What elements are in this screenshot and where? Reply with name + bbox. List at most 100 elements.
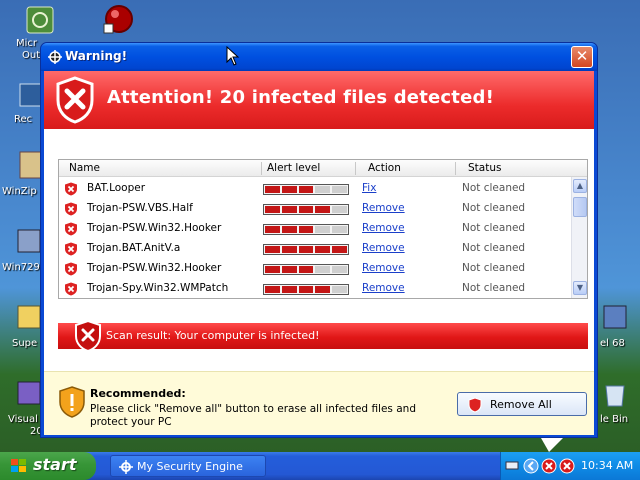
keyboard-icon[interactable]: [505, 458, 519, 472]
meter-segment: [281, 286, 297, 293]
app-gear-icon: [119, 460, 133, 474]
start-button[interactable]: start: [0, 452, 96, 480]
desktop-label: Visual: [8, 414, 38, 425]
meter-segment: [281, 206, 297, 213]
desktop-label: WinZip: [2, 186, 37, 197]
column-header-status[interactable]: Status: [468, 162, 501, 174]
desktop-label: Rec: [14, 114, 33, 125]
red-orb-icon[interactable]: [102, 2, 136, 36]
status-text: Not cleaned: [462, 262, 526, 274]
meter-segment: [281, 266, 297, 273]
column-header-name[interactable]: Name: [69, 162, 100, 174]
threat-icon: [65, 182, 77, 196]
action-link[interactable]: Remove: [362, 202, 405, 214]
chevron-left-icon[interactable]: [523, 458, 539, 474]
action-link[interactable]: Remove: [362, 222, 405, 234]
column-header-action[interactable]: Action: [368, 162, 401, 174]
meter-segment: [265, 226, 280, 233]
alert-level-meter: [263, 284, 349, 295]
meter-segment: [281, 226, 297, 233]
taskbar-item-label: My Security Engine: [137, 460, 243, 473]
alert-level-meter: [263, 224, 349, 235]
table-row[interactable]: Trojan-Spy.Win32.WMPatch Remove Not cleane…: [59, 279, 571, 299]
meter-segment: [315, 286, 331, 293]
chevron-down-icon: ▼: [576, 283, 584, 292]
scroll-down-button[interactable]: ▼: [573, 281, 587, 295]
scroll-up-button[interactable]: ▲: [573, 179, 587, 193]
recommendation-text: Please click "Remove all" button to eras…: [90, 403, 416, 428]
meter-segment: [315, 186, 331, 193]
desktop-app-icon[interactable]: [598, 300, 632, 334]
meter-segment: [332, 186, 347, 193]
threat-name: Trojan-PSW.VBS.Half: [87, 202, 193, 214]
alert-level-meter: [263, 264, 349, 275]
meter-segment: [332, 286, 347, 293]
meter-segment: [315, 226, 331, 233]
recycle-bin-icon[interactable]: [598, 376, 632, 410]
close-icon: ✕: [575, 47, 589, 65]
desktop-label: Win729: [2, 262, 40, 273]
table-row[interactable]: Trojan-PSW.VBS.Half Remove Not cleaned: [59, 199, 571, 219]
threat-name: BAT.Looper: [87, 182, 146, 194]
title-bar[interactable]: Warning! ✕: [41, 43, 597, 71]
action-link[interactable]: Remove: [362, 282, 405, 294]
action-link[interactable]: Remove: [362, 242, 405, 254]
desktop-label: le Bin: [600, 414, 629, 425]
recommendation-title: Recommended:: [90, 387, 186, 400]
alert-level-meter: [263, 184, 349, 195]
red-shield-icon: [56, 76, 94, 124]
meter-segment: [315, 246, 331, 253]
table-row[interactable]: Trojan.BAT.AnitV.a Remove Not cleaned: [59, 239, 571, 259]
action-link[interactable]: Remove: [362, 262, 405, 274]
system-tray: 10:34 AM: [500, 452, 640, 480]
security-alert-icon[interactable]: [541, 458, 557, 474]
remove-all-label: Remove All: [490, 398, 552, 411]
table-row[interactable]: BAT.Looper Fix Not cleaned: [59, 179, 571, 199]
meter-segment: [298, 266, 314, 273]
threat-icon: [65, 242, 77, 256]
taskbar: start My Security Engine 10:34 AM: [0, 452, 640, 480]
windows-logo-icon: [11, 459, 26, 472]
taskbar-item-my-security-engine[interactable]: My Security Engine: [110, 455, 266, 477]
desktop-app-icon[interactable]: [24, 4, 58, 38]
scroll-thumb[interactable]: [573, 197, 587, 217]
start-label: start: [33, 455, 77, 474]
warning-window: Warning! ✕ Attention! 20 infected files …: [40, 42, 598, 438]
meter-segment: [265, 286, 280, 293]
clock: 10:34 AM: [581, 459, 634, 472]
remove-all-button[interactable]: Remove All: [457, 392, 587, 416]
table-scrollbar[interactable]: ▲ ▼: [571, 177, 587, 298]
column-divider[interactable]: [355, 162, 356, 175]
chevron-up-icon: ▲: [576, 181, 584, 190]
meter-segment: [281, 246, 297, 253]
meter-segment: [265, 266, 280, 273]
meter-segment: [332, 206, 347, 213]
meter-segment: [315, 206, 331, 213]
status-text: Not cleaned: [462, 222, 526, 234]
meter-segment: [298, 286, 314, 293]
close-button[interactable]: ✕: [571, 46, 593, 68]
recommendation-panel: Recommended: Please click "Remove all" b…: [44, 371, 594, 435]
alert-level-meter: [263, 244, 349, 255]
meter-segment: [332, 226, 347, 233]
table-row[interactable]: Trojan-PSW.Win32.Hooker Remove Not cleaned: [59, 259, 571, 279]
status-text: Not cleaned: [462, 182, 526, 194]
alert-level-meter: [263, 204, 349, 215]
alert-banner: Attention! 20 infected files detected!: [44, 71, 594, 129]
column-header-alert-level[interactable]: Alert level: [267, 162, 320, 174]
meter-segment: [265, 186, 280, 193]
balloon-tip-pointer: [541, 438, 563, 452]
column-divider[interactable]: [455, 162, 456, 175]
shield-icon: [468, 397, 482, 413]
infection-table: Name Alert level Action Status BAT.Loope…: [58, 159, 588, 299]
warning-shield-icon: [59, 386, 85, 418]
action-link[interactable]: Fix: [362, 182, 376, 194]
desktop-label: Out: [22, 50, 41, 61]
desktop-label: Supe: [12, 338, 38, 349]
column-divider[interactable]: [261, 162, 262, 175]
desktop-label: Micr: [16, 38, 38, 49]
security-alert-icon[interactable]: [559, 458, 575, 474]
status-text: Not cleaned: [462, 282, 526, 294]
table-row[interactable]: Trojan-PSW.Win32.Hooker Remove Not cleaned: [59, 219, 571, 239]
meter-segment: [332, 266, 347, 273]
